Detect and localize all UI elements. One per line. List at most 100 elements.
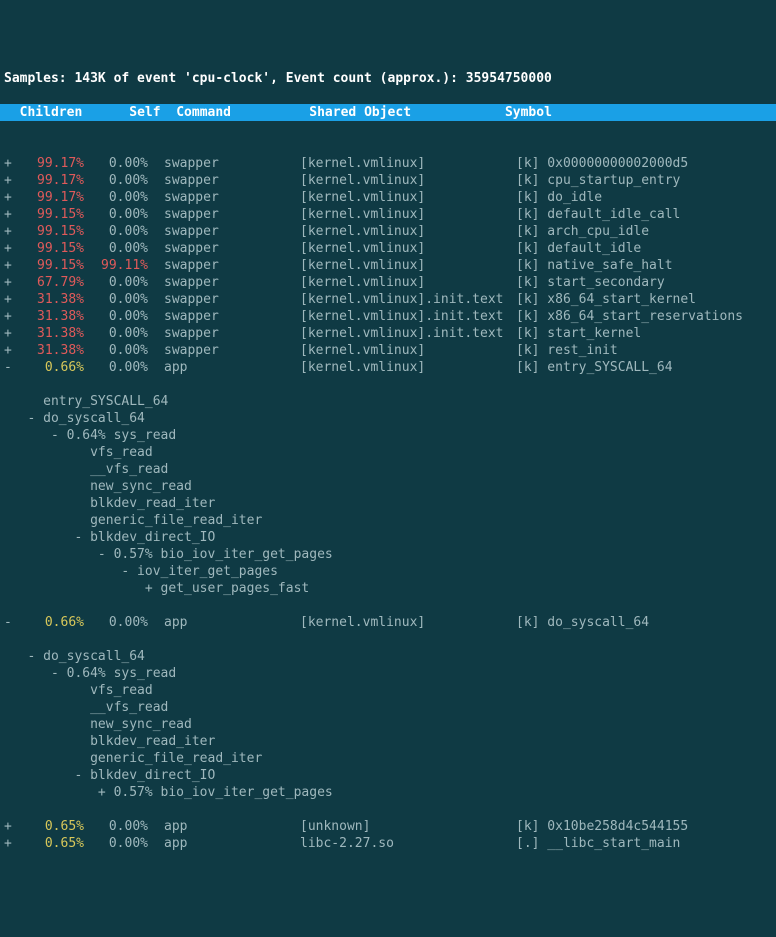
self-pct: 0.00% — [84, 155, 148, 172]
table-row[interactable]: +31.38%0.00%swapper[kernel.vmlinux].init… — [0, 291, 776, 308]
shared-object: [kernel.vmlinux] — [300, 155, 516, 172]
table-row[interactable]: -0.66%0.00%app[kernel.vmlinux][k] entry_… — [0, 359, 776, 376]
self-pct: 0.00% — [84, 818, 148, 835]
command: swapper — [164, 223, 300, 240]
command: swapper — [164, 240, 300, 257]
call-tree-line[interactable]: - 0.64% sys_read — [0, 665, 776, 682]
expand-toggle-icon[interactable]: - — [4, 359, 12, 376]
self-pct: 0.00% — [84, 308, 148, 325]
col-command: Command — [161, 105, 231, 120]
shared-object: [kernel.vmlinux] — [300, 342, 516, 359]
expand-toggle-icon[interactable]: + — [4, 240, 12, 257]
symbol: [.] __libc_start_main — [516, 835, 680, 852]
table-row[interactable]: +31.38%0.00%swapper[kernel.vmlinux][k] r… — [0, 342, 776, 359]
command: swapper — [164, 274, 300, 291]
command: swapper — [164, 189, 300, 206]
call-tree-line[interactable]: + get_user_pages_fast — [0, 580, 776, 597]
children-pct: 0.65% — [12, 835, 84, 852]
self-pct: 0.00% — [84, 206, 148, 223]
shared-object: [unknown] — [300, 818, 516, 835]
call-tree-line[interactable]: - blkdev_direct_IO — [0, 767, 776, 784]
self-pct: 0.00% — [84, 189, 148, 206]
self-pct: 0.00% — [84, 359, 148, 376]
call-tree-line[interactable]: new_sync_read — [0, 478, 776, 495]
shared-object: [kernel.vmlinux] — [300, 359, 516, 376]
table-row[interactable]: +99.17%0.00%swapper[kernel.vmlinux][k] d… — [0, 189, 776, 206]
call-tree-line[interactable]: new_sync_read — [0, 716, 776, 733]
call-tree-line[interactable]: + 0.57% bio_iov_iter_get_pages — [0, 784, 776, 801]
shared-object: [kernel.vmlinux].init.text — [300, 325, 516, 342]
symbol: [k] cpu_startup_entry — [516, 172, 680, 189]
expand-toggle-icon[interactable]: + — [4, 835, 12, 852]
expand-toggle-icon[interactable]: + — [4, 308, 12, 325]
call-tree-line[interactable]: - iov_iter_get_pages — [0, 563, 776, 580]
call-tree-line[interactable]: vfs_read — [0, 682, 776, 699]
call-tree-line[interactable]: - do_syscall_64 — [0, 410, 776, 427]
expand-toggle-icon[interactable]: + — [4, 206, 12, 223]
expand-toggle-icon[interactable]: + — [4, 189, 12, 206]
children-pct: 31.38% — [12, 325, 84, 342]
symbol: [k] 0x00000000002000d5 — [516, 155, 688, 172]
call-tree-line[interactable]: blkdev_read_iter — [0, 733, 776, 750]
expand-toggle-icon[interactable]: + — [4, 818, 12, 835]
col-symbol: Symbol — [411, 105, 552, 120]
symbol: [k] x86_64_start_kernel — [516, 291, 696, 308]
command: app — [164, 614, 300, 631]
call-tree-line[interactable]: __vfs_read — [0, 699, 776, 716]
call-tree-line[interactable]: entry_SYSCALL_64 — [0, 393, 776, 410]
shared-object: [kernel.vmlinux].init.text — [300, 308, 516, 325]
call-tree-line[interactable]: generic_file_read_iter — [0, 750, 776, 767]
call-tree-line[interactable]: vfs_read — [0, 444, 776, 461]
call-tree-line[interactable]: blkdev_read_iter — [0, 495, 776, 512]
table-row[interactable]: +99.15%0.00%swapper[kernel.vmlinux][k] d… — [0, 206, 776, 223]
col-children: Children — [4, 105, 82, 120]
table-row[interactable]: -0.66%0.00%app[kernel.vmlinux][k] do_sys… — [0, 614, 776, 631]
table-row[interactable]: +31.38%0.00%swapper[kernel.vmlinux].init… — [0, 308, 776, 325]
expand-toggle-icon[interactable]: - — [4, 614, 12, 631]
command: swapper — [164, 308, 300, 325]
self-pct: 0.00% — [84, 223, 148, 240]
expand-toggle-icon[interactable]: + — [4, 172, 12, 189]
children-pct: 99.17% — [12, 155, 84, 172]
table-row[interactable]: +0.65%0.00%app[unknown][k] 0x10be258d4c5… — [0, 818, 776, 835]
table-row[interactable]: +99.17%0.00%swapper[kernel.vmlinux][k] 0… — [0, 155, 776, 172]
expand-toggle-icon[interactable]: + — [4, 274, 12, 291]
table-row[interactable]: +99.15%0.00%swapper[kernel.vmlinux][k] a… — [0, 223, 776, 240]
symbol: [k] do_syscall_64 — [516, 614, 649, 631]
expand-toggle-icon[interactable]: + — [4, 291, 12, 308]
command: swapper — [164, 257, 300, 274]
table-row[interactable]: +67.79%0.00%swapper[kernel.vmlinux][k] s… — [0, 274, 776, 291]
symbol: [k] default_idle — [516, 240, 641, 257]
symbol: [k] default_idle_call — [516, 206, 680, 223]
expand-toggle-icon[interactable]: + — [4, 257, 12, 274]
table-row[interactable]: +0.65%0.00%applibc-2.27.so[.] __libc_sta… — [0, 835, 776, 852]
children-pct: 99.15% — [12, 206, 84, 223]
shared-object: [kernel.vmlinux] — [300, 223, 516, 240]
command: swapper — [164, 172, 300, 189]
expand-toggle-icon[interactable]: + — [4, 342, 12, 359]
call-tree-line[interactable]: - do_syscall_64 — [0, 648, 776, 665]
children-pct: 31.38% — [12, 342, 84, 359]
shared-object: [kernel.vmlinux] — [300, 240, 516, 257]
table-row[interactable]: +99.15%99.11%swapper[kernel.vmlinux][k] … — [0, 257, 776, 274]
children-pct: 0.65% — [12, 818, 84, 835]
call-tree-line[interactable]: - blkdev_direct_IO — [0, 529, 776, 546]
expand-toggle-icon[interactable]: + — [4, 325, 12, 342]
expand-toggle-icon[interactable]: + — [4, 223, 12, 240]
title-bar: Samples: 143K of event 'cpu-clock', Even… — [0, 68, 776, 87]
self-pct: 0.00% — [84, 240, 148, 257]
table-row[interactable]: +99.15%0.00%swapper[kernel.vmlinux][k] d… — [0, 240, 776, 257]
call-tree-line[interactable]: __vfs_read — [0, 461, 776, 478]
call-tree-line[interactable]: - 0.64% sys_read — [0, 427, 776, 444]
call-tree-line[interactable]: - 0.57% bio_iov_iter_get_pages — [0, 546, 776, 563]
self-pct: 0.00% — [84, 614, 148, 631]
expand-toggle-icon[interactable]: + — [4, 155, 12, 172]
column-header: Children Self Command Shared Object Symb… — [0, 104, 776, 121]
table-row[interactable]: +31.38%0.00%swapper[kernel.vmlinux].init… — [0, 325, 776, 342]
self-pct: 0.00% — [84, 835, 148, 852]
table-row[interactable]: +99.17%0.00%swapper[kernel.vmlinux][k] c… — [0, 172, 776, 189]
symbol: [k] start_kernel — [516, 325, 641, 342]
symbol: [k] 0x10be258d4c544155 — [516, 818, 688, 835]
col-self: Self — [82, 105, 160, 120]
call-tree-line[interactable]: generic_file_read_iter — [0, 512, 776, 529]
